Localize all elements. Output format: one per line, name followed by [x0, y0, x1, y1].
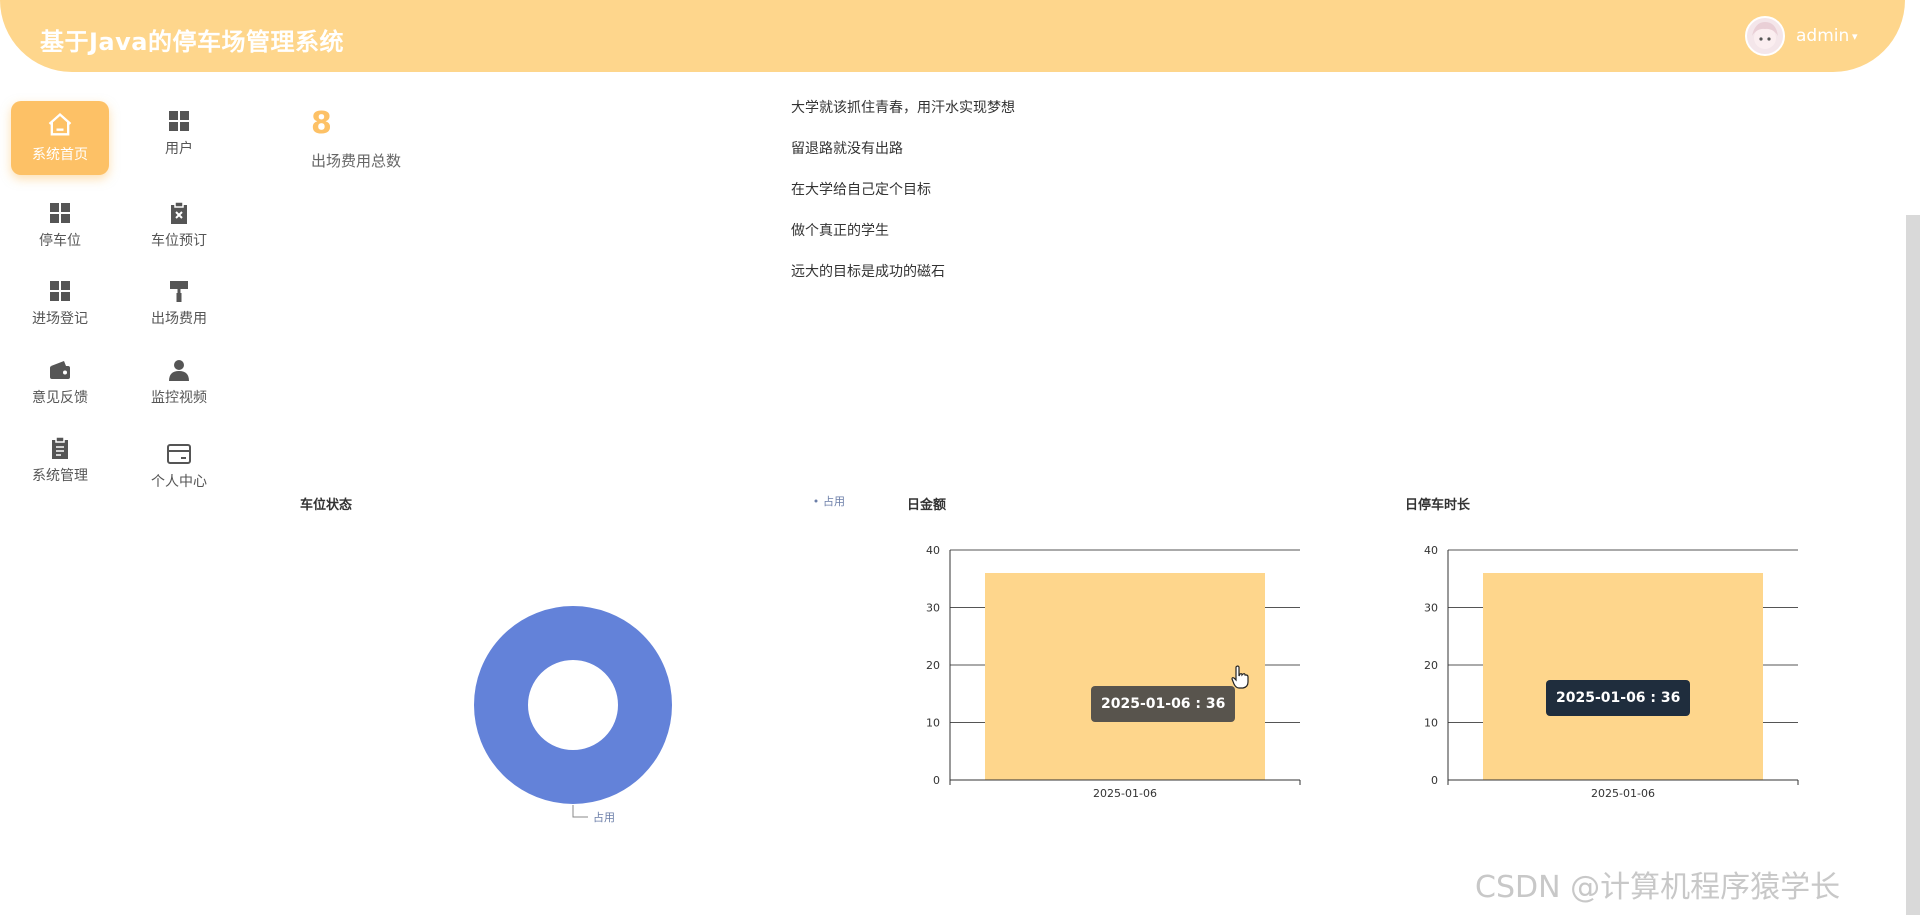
motto-line: 在大学给自己定个目标 — [791, 182, 931, 198]
x-tick-label: 2025-01-06 — [1591, 787, 1655, 800]
sidebar-item-users[interactable]: 用户 — [130, 101, 228, 175]
sidebar-item-label: 系统首页 — [32, 147, 88, 163]
pie-chart: 占用占用 — [474, 494, 845, 824]
sidebar-item-exit-fee[interactable]: 出场费用 — [130, 271, 228, 345]
paint-roller-icon — [170, 281, 188, 302]
vertical-scrollbar[interactable] — [1906, 215, 1920, 915]
y-tick-label: 10 — [926, 717, 940, 730]
y-tick-label: 30 — [926, 602, 940, 615]
motto-line: 留退路就没有出路 — [791, 141, 903, 157]
user-name[interactable]: admin — [1796, 26, 1849, 46]
watermark: CSDN @计算机程序猿学长 — [1475, 870, 1841, 905]
stat-value: 8 — [311, 106, 332, 141]
home-icon — [48, 112, 72, 136]
y-tick-label: 0 — [1431, 774, 1438, 787]
legend-marker — [814, 499, 818, 503]
motto-line: 做个真正的学生 — [791, 223, 889, 239]
clipboard-icon — [52, 436, 68, 459]
chart-tooltip: 2025-01-06 : 36 — [1091, 686, 1236, 722]
y-tick-label: 0 — [933, 774, 940, 787]
app-title: 基于Java的停车场管理系统 — [40, 28, 344, 56]
motto-line: 大学就该抓住青春，用汗水实现梦想 — [791, 100, 1015, 116]
y-tick-label: 30 — [1424, 602, 1438, 615]
y-tick-label: 20 — [1424, 659, 1438, 672]
bar[interactable] — [1483, 573, 1763, 780]
sidebar-item-label: 意见反馈 — [32, 390, 88, 406]
sidebar-item-personal-center[interactable]: 个人中心 — [130, 440, 228, 514]
bar[interactable] — [985, 573, 1265, 780]
stat-label: 出场费用总数 — [311, 152, 402, 170]
chart-tooltip: 2025-01-06 : 36 — [1546, 680, 1691, 716]
legend-item[interactable]: 占用 — [823, 494, 845, 508]
sidebar-item-monitor-video[interactable]: 监控视频 — [130, 350, 228, 424]
sidebar-item-label: 监控视频 — [151, 390, 207, 406]
bar-chart-title: 日金额 — [907, 498, 947, 513]
motto-line: 远大的目标是成功的磁石 — [791, 264, 945, 280]
sidebar-item-label: 用户 — [165, 141, 193, 157]
wallet-icon — [50, 361, 70, 379]
top-header: 基于Java的停车场管理系统 admin ▾ — [0, 0, 1905, 72]
sidebar-item-label: 个人中心 — [151, 474, 207, 490]
clipboard-x-icon — [171, 201, 187, 224]
sidebar-item-home[interactable]: 系统首页 — [11, 101, 109, 175]
sidebar-item-feedback[interactable]: 意见反馈 — [11, 350, 109, 424]
x-tick-label: 2025-01-06 — [1093, 787, 1157, 800]
user-icon — [169, 360, 189, 381]
sidebar-item-label: 进场登记 — [32, 311, 88, 327]
pie-label-line — [572, 805, 588, 818]
y-tick-label: 40 — [926, 544, 940, 557]
sidebar-item-label: 车位预订 — [151, 233, 207, 249]
avatar[interactable] — [1745, 16, 1785, 56]
sidebar-item-label: 出场费用 — [151, 311, 207, 327]
y-tick-label: 10 — [1424, 717, 1438, 730]
pie-slice-0[interactable] — [474, 606, 672, 804]
grid-icon — [50, 203, 70, 223]
grid-icon — [50, 281, 70, 301]
sidebar-item-label: 系统管理 — [32, 468, 88, 484]
y-tick-label: 20 — [926, 659, 940, 672]
hand-cursor-icon — [1231, 665, 1249, 689]
sidebar-item-parking-space[interactable]: 停车位 — [11, 193, 109, 267]
bar-chart-title: 日停车时长 — [1405, 498, 1471, 513]
pie-slice-label: 占用 — [593, 810, 615, 824]
y-tick-label: 40 — [1424, 544, 1438, 557]
sidebar-item-label: 停车位 — [39, 233, 81, 249]
grid-icon — [169, 111, 189, 131]
sidebar-item-system-management[interactable]: 系统管理 — [11, 428, 109, 502]
card-icon — [167, 444, 191, 464]
sidebar-item-entry-registration[interactable]: 进场登记 — [11, 271, 109, 345]
chevron-down-icon[interactable]: ▾ — [1852, 30, 1858, 43]
sidebar-item-reservation[interactable]: 车位预订 — [130, 193, 228, 267]
